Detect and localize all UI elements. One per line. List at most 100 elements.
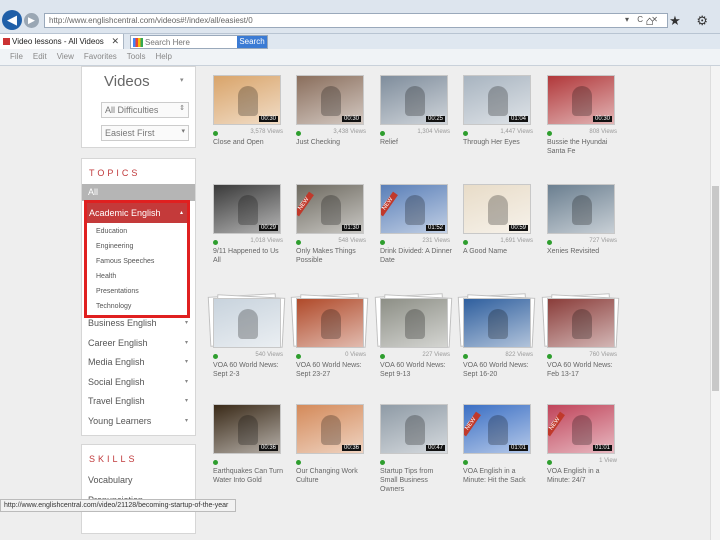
video-duration: 01:01 xyxy=(508,445,528,451)
video-thumbnail[interactable]: 00:30 xyxy=(213,75,281,125)
video-title[interactable]: Close and Open xyxy=(213,138,285,147)
video-title[interactable]: Through Her Eyes xyxy=(463,138,535,147)
video-thumbnail[interactable]: 00:30 xyxy=(296,75,364,125)
chevron-down-icon: ▾ xyxy=(184,398,188,405)
subtopic-education[interactable]: Education xyxy=(96,228,127,235)
video-title[interactable]: VOA 60 World News: Sept 2-3 xyxy=(213,361,285,379)
new-badge: NEW xyxy=(548,411,565,437)
menu-item-edit[interactable]: Edit xyxy=(33,52,47,61)
chevron-down-icon: ▾ xyxy=(184,378,188,385)
address-text[interactable]: http://www.englishcentral.com/videos#!/i… xyxy=(49,16,253,25)
video-thumbnail[interactable]: 00:47 xyxy=(380,404,448,454)
topic-travel-english[interactable]: Travel English ▾ xyxy=(88,396,190,406)
status-bar-url: http://www.englishcentral.com/video/2112… xyxy=(0,499,236,512)
video-title[interactable]: Only Makes Things Possible xyxy=(296,247,368,265)
video-views: 1,018 Views xyxy=(250,238,283,244)
video-thumbnail[interactable]: 01:04 xyxy=(463,75,531,125)
video-title[interactable]: VOA English in a Minute: Hit the Sack xyxy=(463,467,535,485)
video-title[interactable]: VOA English in a Minute: 24/7 xyxy=(547,467,619,485)
video-thumbnail[interactable]: 00:36 xyxy=(296,404,364,454)
topic-all[interactable]: All xyxy=(82,184,195,201)
video-thumbnail[interactable] xyxy=(296,298,364,348)
thumbnail-figure xyxy=(572,309,592,339)
thumbnail-figure xyxy=(405,195,425,225)
video-thumbnail[interactable] xyxy=(380,298,448,348)
topic-label: Career English xyxy=(88,337,148,348)
skills-heading: SKILLS xyxy=(89,454,138,464)
video-title[interactable]: VOA 60 World News: Sept 9-13 xyxy=(380,361,452,379)
menu-item-favorites[interactable]: Favorites xyxy=(84,52,117,61)
video-thumbnail[interactable]: 00:30 xyxy=(547,75,615,125)
video-thumbnail[interactable] xyxy=(463,298,531,348)
video-thumbnail[interactable] xyxy=(547,298,615,348)
video-duration: 00:36 xyxy=(341,445,361,451)
difficulty-select[interactable]: All Difficulties ⇕ xyxy=(101,102,189,118)
forward-icon[interactable]: ▶ xyxy=(24,13,39,28)
video-thumbnail[interactable] xyxy=(213,298,281,348)
topic-academic-english[interactable]: Academic English ▴ xyxy=(87,203,187,223)
video-thumbnail[interactable]: NEW 01:52 xyxy=(380,184,448,234)
topic-media-english[interactable]: Media English ▾ xyxy=(88,357,190,367)
video-title[interactable]: VOA 60 World News: Sept 23-27 xyxy=(296,361,368,379)
thumbnail-figure xyxy=(238,309,258,339)
tab-video-lessons[interactable]: Video lessons - All Videos ✕ xyxy=(0,34,124,50)
video-thumbnail[interactable]: NEW 01:30 xyxy=(296,184,364,234)
video-title[interactable]: Drink Divided: A Dinner Date xyxy=(380,247,452,265)
video-thumbnail[interactable]: 00:29 xyxy=(213,184,281,234)
video-title[interactable]: Xenies Revisited xyxy=(547,247,619,256)
address-bar[interactable]: http://www.englishcentral.com/videos#!/i… xyxy=(44,13,668,28)
thumbnail-figure xyxy=(405,86,425,116)
video-thumbnail[interactable]: 00:36 xyxy=(213,404,281,454)
video-title[interactable]: Bussie the Hyundai Santa Fe xyxy=(547,138,619,156)
video-views: 540 Views xyxy=(255,352,283,358)
videos-heading[interactable]: Videos ▾ xyxy=(104,73,184,90)
select-arrows-icon: ⇕ xyxy=(179,105,185,112)
menu-item-view[interactable]: View xyxy=(57,52,74,61)
topic-business-english[interactable]: Business English ▾ xyxy=(88,318,190,328)
topic-young-learners[interactable]: Young Learners ▾ xyxy=(88,416,190,426)
video-duration: 00:29 xyxy=(258,225,278,231)
thumbnail-figure xyxy=(488,309,508,339)
status-dot-icon xyxy=(213,460,218,465)
search-button[interactable]: Search xyxy=(237,36,267,48)
subtopic-presentations[interactable]: Presentations xyxy=(96,288,139,295)
subtopic-engineering[interactable]: Engineering xyxy=(96,243,133,250)
video-title[interactable]: VOA 60 World News: Feb 13-17 xyxy=(547,361,619,379)
topic-career-english[interactable]: Career English ▾ xyxy=(88,338,190,348)
menu-item-file[interactable]: File xyxy=(10,52,23,61)
chevron-down-icon: ▾ xyxy=(180,77,184,84)
video-thumbnail[interactable]: NEW 01:01 xyxy=(463,404,531,454)
back-icon[interactable]: ◀ xyxy=(2,10,22,30)
menu-item-help[interactable]: Help xyxy=(155,52,171,61)
video-title[interactable]: 9/11 Happened to Us All xyxy=(213,247,285,265)
video-thumbnail[interactable] xyxy=(547,184,615,234)
subtopic-health[interactable]: Health xyxy=(96,273,116,280)
video-thumbnail[interactable]: 00:25 xyxy=(380,75,448,125)
topic-social-english[interactable]: Social English ▾ xyxy=(88,377,190,387)
video-title[interactable]: VOA 60 World News: Sept 16-20 xyxy=(463,361,535,379)
new-badge: NEW xyxy=(381,191,398,217)
video-duration: 00:36 xyxy=(258,445,278,451)
thumbnail-figure xyxy=(488,86,508,116)
search-input[interactable] xyxy=(145,36,237,48)
page-scrollbar[interactable] xyxy=(710,66,720,540)
video-thumbnail[interactable]: NEW 01:01 xyxy=(547,404,615,454)
video-title[interactable]: Startup Tips from Small Business Owners xyxy=(380,467,452,494)
video-title[interactable]: Just Checking xyxy=(296,138,368,147)
toolbar-icons[interactable]: ⌂ ★ ⚙ xyxy=(646,13,714,29)
video-title[interactable]: A Good Name xyxy=(463,247,535,256)
subtopic-technology[interactable]: Technology xyxy=(96,303,131,310)
video-duration: 00:30 xyxy=(258,116,278,122)
subtopic-famous-speeches[interactable]: Famous Speeches xyxy=(96,258,154,265)
video-title[interactable]: Our Changing Work Culture xyxy=(296,467,368,485)
sort-select[interactable]: Easiest First ▾ xyxy=(101,125,189,141)
menu-item-tools[interactable]: Tools xyxy=(127,52,146,61)
video-duration: 00:25 xyxy=(425,116,445,122)
academic-english-menu: Academic English ▴ Education Engineering F… xyxy=(84,200,190,318)
tab-close-icon[interactable]: ✕ xyxy=(111,36,119,47)
video-title[interactable]: Earthquakes Can Turn Water Into Gold xyxy=(213,467,285,485)
skill-vocabulary[interactable]: Vocabulary xyxy=(88,475,190,485)
scrollbar-thumb[interactable] xyxy=(712,186,719,391)
video-title[interactable]: Relief xyxy=(380,138,452,147)
video-thumbnail[interactable]: 00:59 xyxy=(463,184,531,234)
